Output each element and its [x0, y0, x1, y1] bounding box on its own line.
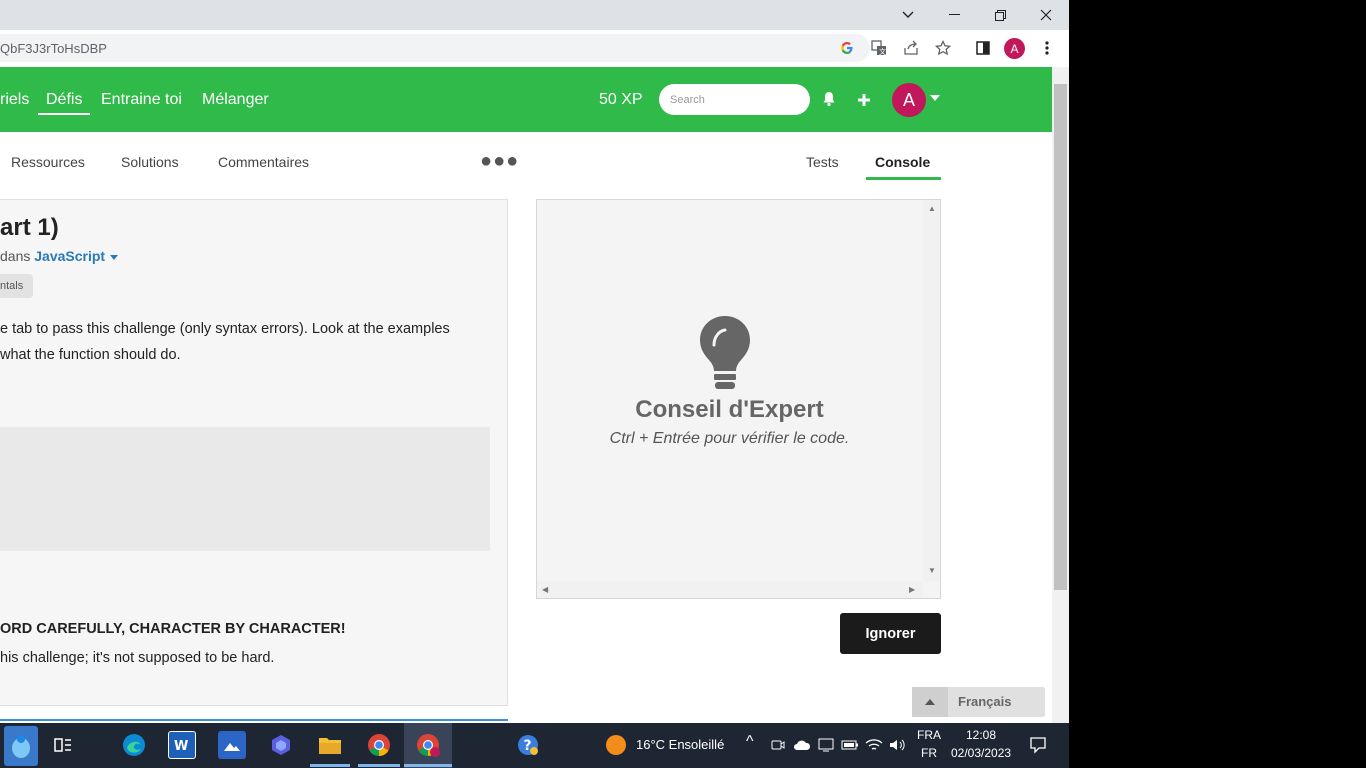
chevron-up-icon[interactable] — [925, 699, 935, 705]
chrome-profile-icon[interactable] — [414, 731, 442, 759]
input-language-top[interactable]: FRA — [917, 728, 941, 742]
chevron-up-icon[interactable]: ^ — [746, 733, 754, 751]
help-icon[interactable]: ? — [514, 731, 542, 759]
language-expand-button[interactable] — [912, 687, 948, 717]
taskbar-running-indicator — [404, 764, 452, 767]
description-text: e tab to pass this challenge (only synta… — [0, 316, 495, 368]
language-selector[interactable]: JavaScript — [34, 248, 119, 264]
notifications-icon[interactable] — [1024, 731, 1052, 759]
word-icon[interactable]: W — [168, 731, 196, 759]
tab-solutions[interactable]: Solutions — [121, 154, 179, 170]
user-menu-chevron-icon[interactable] — [930, 95, 940, 101]
nav-tutorials[interactable]: riels — [0, 91, 29, 109]
description-line: e tab to pass this challenge (only synta… — [0, 321, 450, 337]
side-panel-icon[interactable] — [973, 38, 993, 58]
battery-icon[interactable] — [840, 731, 860, 759]
tab-comments[interactable]: Commentaires — [218, 154, 309, 170]
bookmark-star-icon[interactable] — [933, 38, 953, 58]
meet-now-icon[interactable] — [769, 731, 787, 759]
taskbar-running-indicator — [310, 764, 350, 767]
nav-shuffle[interactable]: Mélanger — [202, 91, 269, 109]
xp-counter: 50 XP — [599, 91, 643, 108]
weather-sun-icon[interactable] — [602, 731, 630, 759]
browser-titlebar — [0, 0, 1069, 30]
expert-tip-title: Conseil d'Expert — [635, 396, 824, 423]
app-icon[interactable] — [267, 731, 295, 759]
browser-profile-avatar[interactable]: A — [1004, 38, 1025, 59]
input-language-bottom[interactable]: FR — [921, 746, 937, 760]
active-tab-indicator — [866, 177, 941, 180]
clock-date[interactable]: 02/03/2023 — [951, 746, 1011, 760]
nav-challenges[interactable]: Défis — [38, 91, 91, 115]
console-horizontal-scrollbar[interactable]: ◀ ▶ — [537, 581, 923, 598]
task-view-icon[interactable] — [49, 731, 77, 759]
scroll-right-icon[interactable]: ▶ — [909, 585, 915, 594]
description-line: what the function should do. — [0, 347, 181, 363]
site-header: riels Défis Entraine toi Mélanger 50 XP … — [0, 67, 1052, 132]
bell-icon[interactable] — [822, 91, 836, 111]
lightbulb-icon — [700, 316, 750, 389]
chrome-icon[interactable] — [365, 731, 393, 759]
kata-language-line: dans JavaScript — [0, 248, 119, 264]
expert-tip-text: Ctrl + Entrée pour vérifier le code. — [609, 430, 850, 447]
tab-search-chevron-icon[interactable] — [885, 0, 931, 30]
nav-train[interactable]: Entraine toi — [101, 91, 182, 109]
kata-description-panel: art 1) dans JavaScript ntals e tab to pa… — [0, 199, 508, 706]
warning-text: ORD CAREFULLY, CHARACTER BY CHARACTER! — [0, 621, 346, 637]
page-scrollbar-thumb[interactable] — [1054, 84, 1067, 590]
tab-resources[interactable]: Ressources — [11, 154, 85, 170]
weather-text[interactable]: 16°C Ensoleillé — [636, 737, 724, 752]
more-menu-icon[interactable] — [1037, 38, 1057, 58]
screen: QbF3J3rToHsDBP 文 A riels Défis Entraine … — [0, 0, 1366, 768]
plus-icon[interactable] — [857, 87, 871, 113]
clock-time[interactable]: 12:08 — [966, 728, 996, 742]
kata-title: art 1) — [0, 214, 59, 241]
tab-console[interactable]: Console — [875, 154, 930, 170]
example-code-block — [0, 427, 490, 551]
kata-tag[interactable]: ntals — [0, 274, 34, 298]
desktop-background — [1069, 0, 1366, 768]
note-text: his challenge; it's not supposed to be h… — [0, 650, 275, 666]
start-button-icon[interactable] — [4, 726, 38, 766]
search-input[interactable] — [659, 84, 810, 115]
display-icon[interactable] — [816, 731, 836, 759]
svg-text:W: W — [174, 739, 188, 754]
scroll-down-icon[interactable]: ▼ — [928, 566, 936, 575]
console-vertical-scrollbar[interactable]: ▲ ▼ — [923, 200, 940, 582]
google-lens-icon[interactable] — [837, 38, 857, 58]
ignore-button[interactable]: Ignorer — [840, 613, 941, 654]
close-button[interactable] — [1023, 0, 1069, 30]
volume-icon[interactable] — [887, 731, 907, 759]
photos-icon[interactable] — [218, 731, 246, 759]
language-name[interactable]: JavaScript — [34, 248, 105, 264]
site-language-selector[interactable]: Français — [912, 687, 1045, 717]
minimize-button[interactable] — [931, 0, 977, 30]
site-language-label[interactable]: Français — [958, 694, 1011, 709]
more-options-icon[interactable]: ●●● — [480, 150, 519, 173]
edge-browser-icon[interactable] — [120, 731, 148, 759]
user-avatar[interactable]: A — [892, 83, 926, 117]
scroll-left-icon[interactable]: ◀ — [542, 585, 548, 594]
svg-text:文: 文 — [879, 47, 886, 56]
page-scrollbar[interactable] — [1052, 67, 1069, 723]
omnibox[interactable]: QbF3J3rToHsDBP — [0, 34, 870, 62]
wifi-icon[interactable] — [864, 731, 884, 759]
url-text[interactable]: QbF3J3rToHsDBP — [0, 41, 107, 56]
share-icon[interactable] — [901, 38, 921, 58]
restore-button[interactable] — [977, 0, 1023, 30]
tab-tests[interactable]: Tests — [806, 154, 839, 170]
console-panel: ▲ ▼ ◀ ▶ Conseil d'Expert Ctrl + Entrée p… — [536, 199, 941, 599]
chevron-down-icon[interactable] — [110, 254, 119, 260]
scroll-up-icon[interactable]: ▲ — [928, 204, 936, 213]
taskbar-running-indicator — [358, 764, 400, 767]
language-prefix: dans — [0, 248, 31, 264]
file-explorer-icon[interactable] — [316, 731, 344, 759]
translate-icon[interactable]: 文 — [869, 38, 889, 58]
onedrive-cloud-icon[interactable] — [792, 731, 812, 759]
